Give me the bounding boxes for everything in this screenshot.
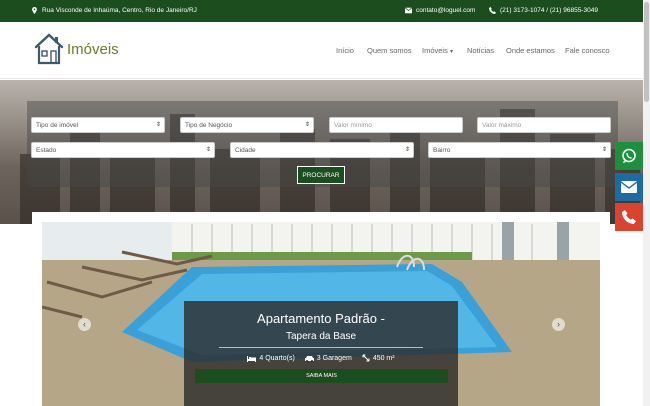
valor-maximo-placeholder: Valor máximo — [482, 122, 522, 129]
valor-minimo-input[interactable]: Valor mínimo — [329, 117, 463, 133]
cidade-value: Cidade — [235, 147, 256, 154]
address-text: Rua Visconde de Inhaúma, Centro, Rio de … — [42, 7, 197, 14]
site-header: Imóveis Início Quem somos Imóveis ▾ Notí… — [0, 22, 643, 79]
nav-item-imoveis[interactable]: Imóveis ▾ — [422, 46, 453, 55]
procurar-button[interactable]: PROCURAR — [297, 166, 345, 184]
cidade-select[interactable]: Cidade ⇕ — [230, 142, 414, 158]
nav-item-onde-estamos[interactable]: Onde estamos — [506, 46, 555, 55]
email-info[interactable]: contato@loguel.com — [405, 7, 475, 14]
email-text[interactable]: contato@loguel.com — [416, 7, 475, 14]
slider-prev-button[interactable]: ‹ — [78, 318, 91, 331]
select-arrows-icon: ⇕ — [205, 147, 211, 153]
slider-next-button[interactable]: › — [552, 318, 565, 331]
scrollbar-thumb[interactable] — [644, 2, 649, 102]
select-arrows-icon: ⇕ — [601, 147, 607, 153]
caption-divider — [219, 347, 423, 348]
house-logo-icon — [34, 33, 64, 65]
bairro-value: Bairro — [433, 147, 451, 154]
feature-area: 450 m² — [362, 354, 395, 362]
logo-text: Imóveis — [67, 40, 119, 58]
valor-maximo-input[interactable]: Valor máximo — [477, 117, 611, 133]
phone-info[interactable]: (21) 3173-1074 / (21) 96855-3049 — [489, 7, 598, 14]
bed-icon — [247, 355, 257, 362]
address-info: Rua Visconde de Inhaúma, Centro, Rio de … — [31, 7, 197, 14]
email-button[interactable] — [615, 173, 643, 201]
garage-text: 3 Garagem — [316, 354, 352, 362]
nav-item-fale-conosco[interactable]: Fale conosco — [565, 46, 610, 55]
whatsapp-button[interactable] — [615, 142, 643, 170]
bairro-select[interactable]: Bairro ⇕ — [428, 142, 611, 158]
slide-caption: Apartamento Padrão - Tapera da Base 4 Qu… — [184, 301, 458, 406]
envelope-icon — [405, 7, 412, 14]
bedrooms-text: 4 Quarto(s) — [259, 354, 295, 362]
area-text: 450 m² — [372, 354, 395, 362]
top-contact-bar: Rua Visconde de Inhaúma, Centro, Rio de … — [0, 0, 643, 22]
valor-minimo-placeholder: Valor mínimo — [334, 122, 372, 129]
tipo-imovel-value: Tipo de imóvel — [36, 122, 79, 129]
area-icon — [362, 354, 370, 362]
nav-item-noticias[interactable]: Notícias — [467, 46, 494, 55]
feature-garage: 3 Garagem — [304, 354, 352, 362]
chevron-right-icon: › — [557, 319, 560, 329]
property-features: 4 Quarto(s) 3 Garagem 450 m² — [184, 354, 458, 362]
tipo-negocio-select[interactable]: Tipo de Negócio ⇕ — [180, 117, 314, 133]
whatsapp-icon — [622, 148, 636, 163]
select-arrows-icon: ⇕ — [155, 122, 161, 128]
chevron-left-icon: ‹ — [83, 319, 86, 329]
select-arrows-icon: ⇕ — [304, 122, 310, 128]
envelope-icon — [621, 181, 637, 193]
logo[interactable]: Imóveis — [33, 32, 119, 66]
phone-icon — [622, 210, 636, 224]
car-icon — [304, 355, 314, 362]
estado-value: Estado — [36, 147, 57, 154]
tipo-imovel-select[interactable]: Tipo de imóvel ⇕ — [31, 117, 165, 133]
property-subtitle: Tapera da Base — [285, 331, 357, 342]
estado-select[interactable]: Estado ⇕ — [31, 142, 215, 158]
nav-item-imoveis-label: Imóveis — [422, 46, 448, 55]
nav-item-quem-somos[interactable]: Quem somos — [367, 46, 412, 55]
caret-down-icon: ▾ — [449, 49, 453, 55]
phone-icon — [489, 7, 496, 14]
saiba-mais-button[interactable]: SAIBA MAIS — [195, 369, 448, 383]
feature-bedrooms: 4 Quarto(s) — [247, 354, 295, 362]
map-marker-icon — [32, 7, 37, 14]
select-arrows-icon: ⇕ — [404, 147, 410, 153]
nav-item-inicio[interactable]: Início — [336, 46, 354, 55]
property-title: Apartamento Padrão - — [257, 311, 385, 326]
tipo-negocio-value: Tipo de Negócio — [185, 122, 233, 129]
phone-button[interactable] — [615, 203, 643, 231]
phone-text[interactable]: (21) 3173-1074 / (21) 96855-3049 — [500, 7, 598, 14]
